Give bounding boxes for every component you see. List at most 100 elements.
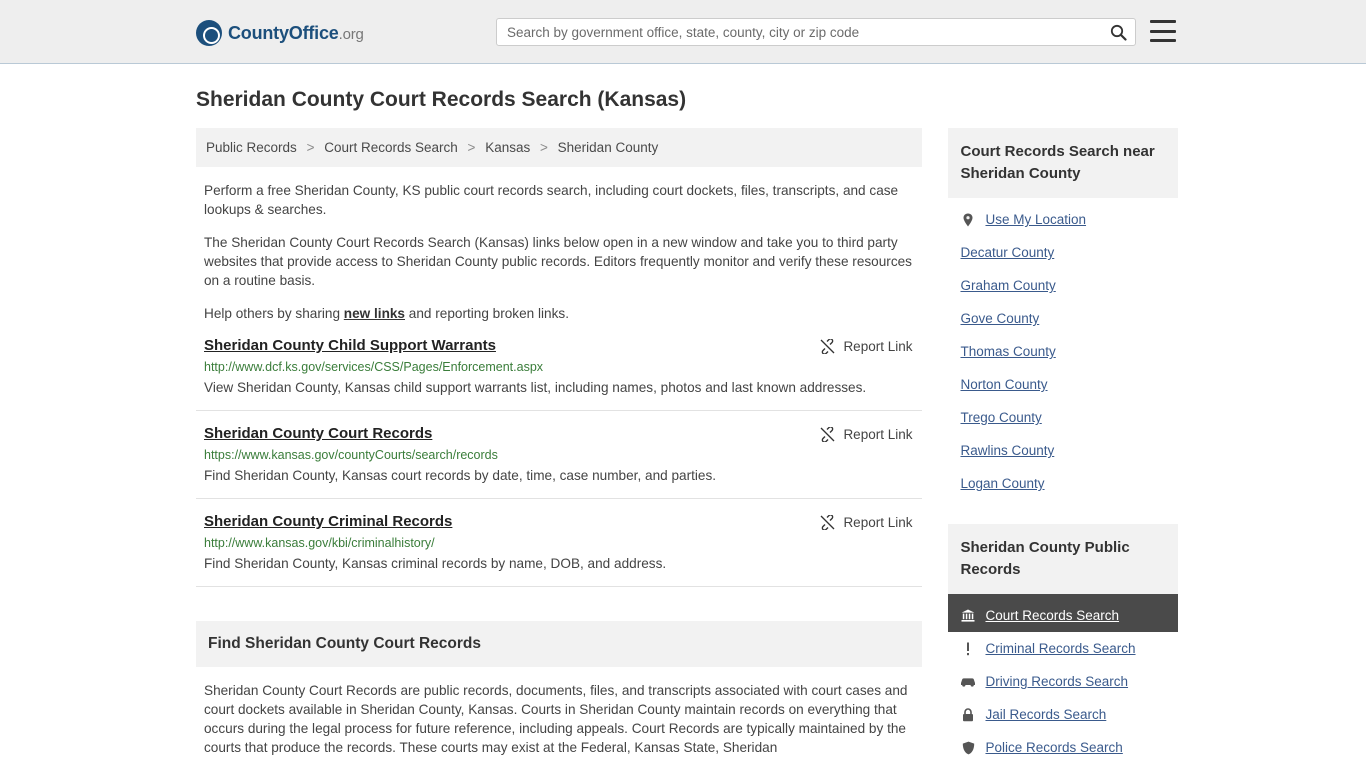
breadcrumb-separator-0: >	[306, 140, 315, 155]
sidebar-item-police-records-search[interactable]: Police Records Search	[948, 731, 1178, 764]
sidebar-near-title: Court Records Search near Sheridan Count…	[960, 143, 1155, 182]
sidebar-near-box: Court Records Search near Sheridan Count…	[948, 128, 1178, 500]
site-header: CountyOffice.org	[0, 0, 1366, 64]
sidebar-link-gove-county[interactable]: Gove County	[960, 311, 1039, 326]
result-description: Find Sheridan County, Kansas criminal re…	[204, 556, 667, 571]
sidebar-link-criminal-records-search[interactable]: Criminal Records Search	[985, 641, 1135, 656]
logo-mark-icon	[196, 20, 222, 46]
new-links-link[interactable]: new links	[344, 306, 405, 321]
sidebar-public-records-box: Sheridan County Public Records Court Rec…	[948, 524, 1178, 764]
sidebar-link-decatur-county[interactable]: Decatur County	[960, 245, 1054, 260]
car-icon	[960, 676, 976, 687]
sidebar-public-records-title: Sheridan County Public Records	[960, 539, 1130, 578]
sidebar-link-police-records-search[interactable]: Police Records Search	[985, 740, 1122, 755]
result-url: http://www.dcf.ks.gov/services/CSS/Pages…	[204, 360, 544, 374]
intro-p3-before: Help others by sharing	[204, 306, 344, 321]
intro-p3-after: and reporting broken links.	[405, 306, 569, 321]
find-records-body: Sheridan County Court Records are public…	[204, 683, 908, 755]
breadcrumb-separator-2: >	[540, 140, 548, 155]
sidebar-link-norton-county[interactable]: Norton County	[960, 377, 1047, 392]
report-link-button[interactable]: Report Link	[820, 338, 913, 355]
sidebar-link-logan-county[interactable]: Logan County	[960, 476, 1044, 491]
menu-button[interactable]	[1150, 20, 1176, 42]
logo-text-office: Office	[288, 22, 339, 43]
search-button[interactable]	[1101, 19, 1135, 45]
sidebar-near-header: Court Records Search near Sheridan Count…	[948, 128, 1178, 198]
intro-text: Perform a free Sheridan County, KS publi…	[196, 181, 922, 323]
logo-text-county: County	[228, 22, 289, 43]
sidebar-link-driving-records-search[interactable]: Driving Records Search	[985, 674, 1128, 689]
location-pin-icon	[960, 213, 976, 227]
breadcrumb: Public Records > Court Records Search > …	[196, 128, 923, 167]
sidebar-item-norton-county[interactable]: Norton County	[948, 368, 1178, 401]
sidebar-item-criminal-records-search[interactable]: Criminal Records Search	[948, 632, 1178, 665]
bank-icon	[960, 609, 976, 622]
breadcrumb-item-2[interactable]: Kansas	[485, 140, 530, 155]
report-link-button[interactable]: Report Link	[820, 514, 913, 531]
sidebar-item-logan-county[interactable]: Logan County	[948, 467, 1178, 500]
menu-icon-bar-3	[1150, 39, 1176, 42]
main-column: Public Records > Court Records Search > …	[196, 128, 923, 764]
sidebar-public-records-header: Sheridan County Public Records	[948, 524, 1178, 594]
result-url: http://www.kansas.gov/kbi/criminalhistor…	[204, 536, 435, 550]
sidebar-item-gove-county[interactable]: Gove County	[948, 302, 1178, 335]
find-records-header: Find Sheridan County Court Records	[196, 621, 923, 667]
site-logo[interactable]: CountyOffice.org	[196, 20, 364, 46]
shield-icon	[960, 741, 976, 755]
sidebar-link-graham-county[interactable]: Graham County	[960, 278, 1055, 293]
sidebar-public-records-list: Court Records Search Criminal Records Se…	[948, 594, 1178, 764]
sidebar-link-court-records-search[interactable]: Court Records Search	[985, 608, 1119, 623]
two-column-layout: Public Records > Court Records Search > …	[196, 128, 1178, 764]
sidebar-link-trego-county[interactable]: Trego County	[960, 410, 1041, 425]
report-link-label: Report Link	[843, 339, 913, 354]
result-description: Find Sheridan County, Kansas court recor…	[204, 468, 717, 483]
sidebar-link-thomas-county[interactable]: Thomas County	[960, 344, 1055, 359]
menu-icon-bar-1	[1150, 20, 1176, 23]
sidebar-item-driving-records-search[interactable]: Driving Records Search	[948, 665, 1178, 698]
lock-icon	[960, 707, 976, 722]
result-item: Sheridan County Court Records https://ww…	[196, 411, 923, 499]
sidebar-item-decatur-county[interactable]: Decatur County	[948, 236, 1178, 269]
exclamation-icon	[960, 642, 976, 656]
sidebar: Court Records Search near Sheridan Count…	[948, 128, 1178, 764]
logo-text-org: .org	[338, 25, 364, 43]
intro-paragraph-3: Help others by sharing new links and rep…	[204, 304, 914, 323]
sidebar-item-court-records-search[interactable]: Court Records Search	[948, 594, 1178, 632]
search-input[interactable]	[497, 19, 1101, 45]
result-item: Sheridan County Criminal Records http://…	[196, 499, 923, 587]
logo-text: CountyOffice.org	[228, 23, 364, 44]
result-url: https://www.kansas.gov/countyCourts/sear…	[204, 448, 498, 462]
report-link-button[interactable]: Report Link	[820, 426, 913, 443]
page-title: Sheridan County Court Records Search (Ka…	[196, 88, 687, 111]
search-icon	[1110, 24, 1127, 41]
sidebar-link-jail-records-search[interactable]: Jail Records Search	[985, 707, 1106, 722]
intro-paragraph-1: Perform a free Sheridan County, KS publi…	[204, 183, 899, 217]
breadcrumb-item-1[interactable]: Court Records Search	[324, 140, 458, 155]
breadcrumb-separator-1: >	[467, 140, 476, 155]
search-bar[interactable]	[496, 18, 1136, 46]
page-body: Sheridan County Court Records Search (Ka…	[0, 88, 1366, 764]
result-item: Sheridan County Child Support Warrants h…	[196, 323, 923, 411]
broken-link-icon	[820, 426, 835, 443]
sidebar-item-graham-county[interactable]: Graham County	[948, 269, 1178, 302]
result-title-link[interactable]: Sheridan County Child Support Warrants	[204, 337, 496, 354]
broken-link-icon	[820, 338, 835, 355]
result-description: View Sheridan County, Kansas child suppo…	[204, 380, 867, 395]
breadcrumb-item-0[interactable]: Public Records	[206, 140, 297, 155]
report-link-label: Report Link	[843, 427, 913, 442]
result-title-link[interactable]: Sheridan County Criminal Records	[204, 513, 452, 530]
sidebar-item-thomas-county[interactable]: Thomas County	[948, 335, 1178, 368]
sidebar-near-list: Use My Location Decatur County Graham Co…	[948, 198, 1178, 500]
result-title-link[interactable]: Sheridan County Court Records	[204, 425, 432, 442]
sidebar-item-rawlins-county[interactable]: Rawlins County	[948, 434, 1178, 467]
sidebar-item-use-my-location[interactable]: Use My Location	[948, 198, 1178, 236]
sidebar-link-rawlins-county[interactable]: Rawlins County	[960, 443, 1054, 458]
sidebar-item-trego-county[interactable]: Trego County	[948, 401, 1178, 434]
menu-icon-bar-2	[1150, 29, 1176, 33]
breadcrumb-item-3[interactable]: Sheridan County	[558, 140, 659, 155]
find-records-heading: Find Sheridan County Court Records	[208, 635, 481, 652]
sidebar-link-use-my-location[interactable]: Use My Location	[985, 212, 1086, 227]
broken-link-icon	[820, 514, 835, 531]
report-link-label: Report Link	[843, 515, 913, 530]
sidebar-item-jail-records-search[interactable]: Jail Records Search	[948, 698, 1178, 731]
